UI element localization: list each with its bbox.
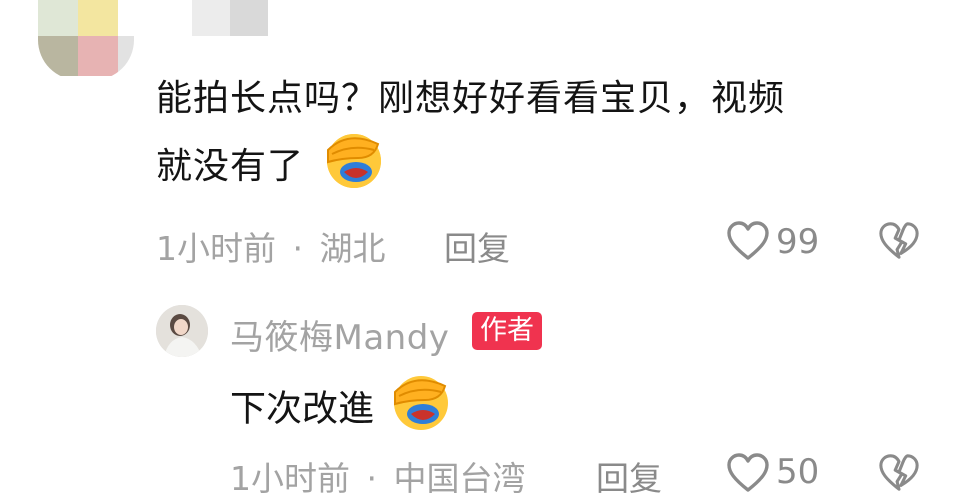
meta-separator: · (366, 459, 378, 498)
commenter-avatar[interactable] (38, 0, 134, 80)
comment-line-1: 能拍长点吗？刚想好好看看宝贝，视频 (156, 78, 786, 119)
reply-reply-button[interactable]: 回复 (596, 452, 662, 500)
reply-meta: 1小时前 · 中国台湾 (230, 452, 526, 500)
reply-body: 下次改進 (230, 370, 457, 451)
author-badge: 作者 (472, 312, 542, 350)
facepalm-laughing-emoji (318, 128, 390, 208)
reply-location: 中国台湾 (393, 459, 526, 498)
author-username[interactable]: 马筱梅Mandy (230, 310, 449, 359)
reply-button[interactable]: 回复 (444, 222, 510, 270)
reply-time: 1小时前 (230, 459, 350, 498)
like-count: 99 (776, 222, 820, 262)
commenter-name-blurred (192, 0, 268, 36)
reply-like-count: 50 (776, 452, 820, 492)
comment-time: 1小时前 (156, 229, 276, 268)
comment-meta: 1小时前 · 湖北 (156, 222, 386, 270)
heart-icon[interactable] (726, 452, 770, 494)
dislike-broken-heart-icon[interactable] (878, 220, 920, 262)
comment-line-2: 就没有了 (156, 128, 936, 208)
meta-separator: · (292, 229, 304, 268)
comment-body: 能拍长点吗？刚想好好看看宝贝，视频 就没有了 (156, 70, 936, 208)
author-avatar[interactable] (156, 305, 208, 357)
comment-location: 湖北 (319, 229, 386, 268)
heart-icon[interactable] (726, 220, 770, 262)
dislike-broken-heart-icon[interactable] (878, 452, 920, 494)
comment-line-2-text: 就没有了 (156, 146, 305, 187)
reply-text: 下次改進 (230, 388, 375, 430)
facepalm-laughing-emoji (385, 370, 457, 451)
